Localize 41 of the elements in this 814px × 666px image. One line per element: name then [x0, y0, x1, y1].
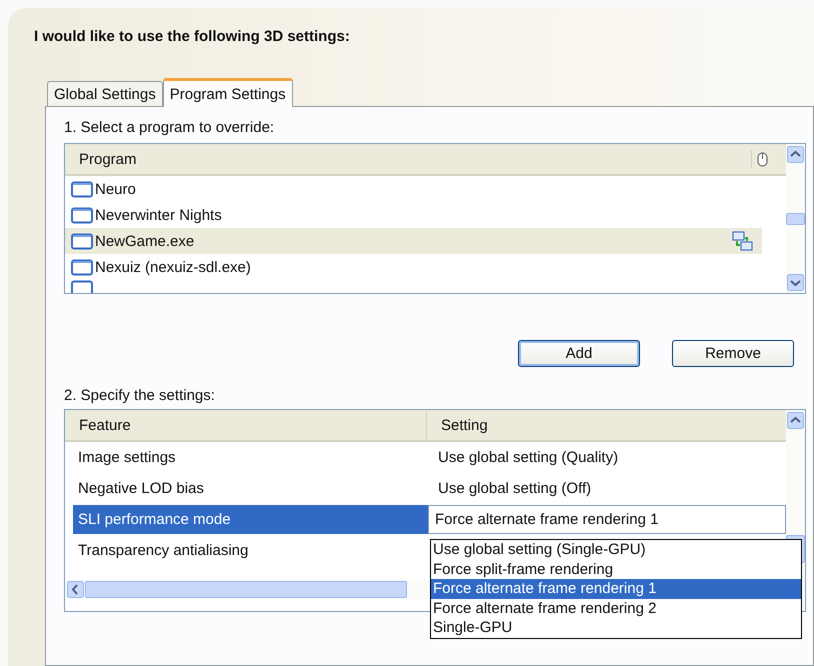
column-header[interactable]: Setting — [441, 410, 786, 440]
feature-cell[interactable]: Image settings — [73, 443, 428, 472]
program-name: Neverwinter Nights — [95, 206, 223, 224]
section-label: 2. Specify the settings: — [64, 387, 216, 406]
scroll-down-icon[interactable] — [787, 274, 804, 291]
program-name: Neuro — [95, 180, 137, 198]
feature-cell[interactable]: Transparency antialiasing — [73, 536, 428, 565]
dropdown-option[interactable]: Force alternate frame rendering 1 — [431, 579, 801, 598]
setting-dropdown[interactable]: Force alternate frame rendering 1 — [428, 505, 786, 534]
scroll-thumb[interactable] — [85, 581, 407, 598]
dialog-button[interactable]: Add — [518, 340, 640, 367]
program-row[interactable]: NewGame.exe — [65, 228, 762, 254]
section-heading: I would like to use the following 3D settings: — [34, 28, 351, 47]
window-icon — [71, 232, 93, 250]
tab[interactable]: Program Settings — [162, 78, 293, 107]
scroll-up-icon[interactable] — [787, 146, 804, 163]
feature-cell[interactable]: Negative LOD bias — [73, 474, 428, 503]
program-row[interactable]: Neuro — [65, 176, 762, 202]
window-icon — [71, 258, 93, 276]
scrollbar[interactable] — [786, 144, 805, 293]
dropdown-option[interactable]: Single-GPU — [431, 618, 801, 638]
window-icon — [71, 206, 93, 224]
program-name: Nexuiz (nexuiz-sdl.exe) — [95, 258, 252, 276]
mouse-icon[interactable] — [751, 150, 770, 168]
dropdown-option[interactable]: Force split-frame rendering — [431, 560, 801, 579]
window-icon — [71, 180, 93, 198]
scroll-up-icon[interactable] — [787, 412, 804, 429]
setting-cell-text: Use global setting (Quality) — [437, 449, 618, 466]
section-label: 1. Select a program to override: — [64, 119, 276, 138]
feature-cell[interactable]: SLI performance mode — [73, 505, 428, 534]
program-row[interactable]: Nexuiz (nexuiz-sdl.exe) — [65, 254, 762, 280]
tab[interactable]: Global Settings — [47, 81, 163, 106]
column-header[interactable]: Feature — [79, 410, 427, 440]
scroll-thumb[interactable] — [786, 212, 805, 224]
dropdown-option[interactable]: Use global setting (Single-GPU) — [431, 540, 801, 560]
setting-cell-text: Use global setting (Off) — [437, 480, 592, 497]
dropdown-option[interactable]: Force alternate frame rendering 2 — [431, 598, 801, 618]
dialog-button[interactable]: Remove — [672, 340, 794, 367]
program-row[interactable]: Neverwinter Nights — [65, 202, 762, 228]
scroll-left-icon[interactable] — [67, 581, 84, 598]
program-name: NewGame.exe — [95, 232, 196, 250]
